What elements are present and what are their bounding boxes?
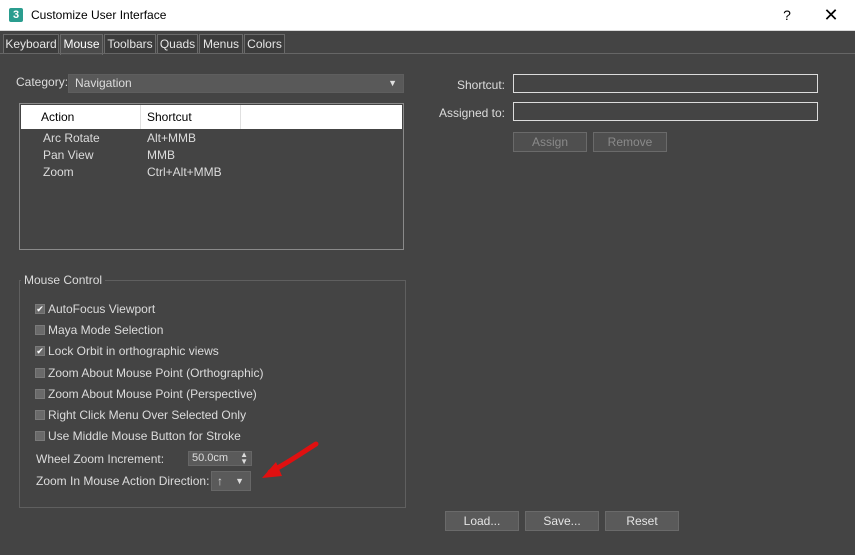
title-bar: 3 Customize User Interface ? ✕ <box>0 0 855 31</box>
mouse-control-group: Mouse Control ✔ AutoFocus Viewport Maya … <box>19 273 406 508</box>
load-button[interactable]: Load... <box>445 511 519 531</box>
checkbox-label: Zoom About Mouse Point (Perspective) <box>48 387 257 401</box>
checkbox-label: Maya Mode Selection <box>48 323 164 337</box>
chevron-down-icon: ▼ <box>388 78 397 88</box>
save-button[interactable]: Save... <box>525 511 599 531</box>
checkbox-label: Use Middle Mouse Button for Stroke <box>48 429 241 443</box>
chevron-down-icon: ▼ <box>235 476 244 486</box>
action-list[interactable]: Action Shortcut Arc Rotate Alt+MMB Pan V… <box>19 103 404 250</box>
checkbox-label: Zoom About Mouse Point (Orthographic) <box>48 366 264 380</box>
checkbox-box: ✔ <box>35 346 45 356</box>
checkbox-box <box>35 389 45 399</box>
tab-mouse[interactable]: Mouse <box>60 34 103 55</box>
column-header-shortcut[interactable]: Shortcut <box>141 105 241 129</box>
tab-keyboard[interactable]: Keyboard <box>3 34 59 54</box>
checkbox-box <box>35 431 45 441</box>
app-icon: 3 <box>9 8 23 22</box>
action-shortcut: Ctrl+Alt+MMB <box>147 165 222 179</box>
wheel-zoom-label: Wheel Zoom Increment: <box>36 452 165 466</box>
shortcut-label: Shortcut: <box>456 78 505 92</box>
wheel-zoom-value: 50.0cm <box>192 452 229 464</box>
action-shortcut: MMB <box>147 148 175 162</box>
column-header-action[interactable]: Action <box>21 105 141 129</box>
checkbox-box <box>35 410 45 420</box>
checkbox-box <box>35 325 45 335</box>
zoom-direction-dropdown[interactable]: ↑ ▼ <box>211 471 251 491</box>
tab-divider <box>0 53 855 54</box>
red-arrow-annotation-icon <box>262 441 319 478</box>
zoom-direction-label: Zoom In Mouse Action Direction: <box>36 474 210 488</box>
assigned-to-field[interactable] <box>513 102 818 121</box>
checkbox-label: AutoFocus Viewport <box>48 302 156 316</box>
action-shortcut: Alt+MMB <box>147 131 197 145</box>
assign-button[interactable]: Assign <box>513 132 587 152</box>
tab-menus[interactable]: Menus <box>199 34 243 54</box>
assigned-to-label: Assigned to: <box>438 106 505 120</box>
list-item[interactable]: Arc Rotate Alt+MMB <box>21 130 402 147</box>
category-value: Navigation <box>75 76 132 90</box>
action-name: Arc Rotate <box>43 131 100 145</box>
category-dropdown[interactable]: Navigation ▼ <box>68 74 404 93</box>
checkbox-box <box>35 368 45 378</box>
help-button[interactable]: ? <box>765 0 809 31</box>
checkbox-label: Right Click Menu Over Selected Only <box>48 408 247 422</box>
action-name: Zoom <box>43 165 74 179</box>
reset-button[interactable]: Reset <box>605 511 679 531</box>
shortcut-input[interactable] <box>513 74 818 93</box>
close-button[interactable]: ✕ <box>809 0 853 31</box>
zoom-direction-value: ↑ <box>217 474 223 488</box>
checkbox-box: ✔ <box>35 304 45 314</box>
remove-button[interactable]: Remove <box>593 132 667 152</box>
list-header: Action Shortcut <box>21 105 402 129</box>
checkbox-label: Lock Orbit in orthographic views <box>48 344 219 358</box>
tab-quads[interactable]: Quads <box>157 34 198 54</box>
category-label: Category: <box>16 75 69 89</box>
list-item[interactable]: Pan View MMB <box>21 147 402 164</box>
list-item[interactable]: Zoom Ctrl+Alt+MMB <box>21 164 402 181</box>
tab-colors[interactable]: Colors <box>244 34 285 54</box>
tab-toolbars[interactable]: Toolbars <box>104 34 156 54</box>
spinner-arrows-icon[interactable]: ▲ ▼ <box>240 451 248 466</box>
action-name: Pan View <box>43 148 94 162</box>
window-title: Customize User Interface <box>31 8 167 22</box>
group-title: Mouse Control <box>21 273 106 287</box>
wheel-zoom-spinner[interactable]: 50.0cm ▲ ▼ <box>188 451 252 466</box>
